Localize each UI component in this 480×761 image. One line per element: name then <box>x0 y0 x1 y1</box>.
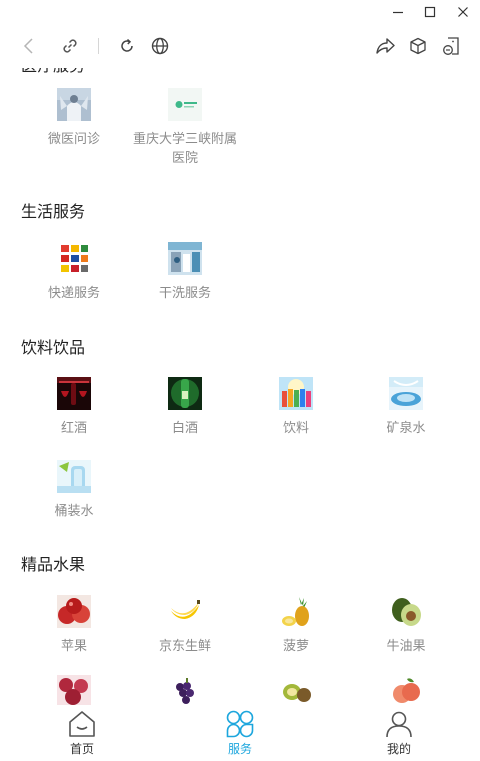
hospital-thumbnail <box>168 88 202 121</box>
nav-mine-label: 我的 <box>386 742 411 756</box>
weiyi-thumbnail <box>57 88 91 121</box>
service-item-barrel-water[interactable]: 桶装水 <box>19 460 129 521</box>
service-label: 红酒 <box>60 421 87 436</box>
refresh-icon[interactable] <box>115 34 139 58</box>
service-item-mineral-water[interactable]: 矿泉水 <box>351 377 461 438</box>
service-item-baijiu[interactable]: 白酒 <box>130 377 240 438</box>
service-label: 牛油果 <box>386 639 426 654</box>
peach-thumbnail <box>389 675 423 705</box>
lychee-thumbnail <box>57 675 91 705</box>
mini-program-icon[interactable] <box>439 34 463 58</box>
user-icon <box>383 708 415 740</box>
service-item-apple[interactable]: 苹果 <box>19 595 129 656</box>
service-label: 桶装水 <box>54 504 94 519</box>
nav-service-label: 服务 <box>227 742 252 756</box>
service-item-avocado[interactable]: 牛油果 <box>351 595 461 656</box>
section-title-life: 生活服务 <box>21 202 86 221</box>
service-label: 京东生鲜 <box>158 639 211 654</box>
service-item-jd-fresh[interactable]: 京东生鲜 <box>130 595 240 656</box>
service-content[interactable]: 医疗服务 微医问诊 <box>0 68 480 705</box>
service-item-red-wine[interactable]: 红酒 <box>19 377 129 438</box>
service-item-laundry[interactable]: 干洗服务 <box>130 242 240 303</box>
service-item-fruit-8[interactable] <box>351 675 461 705</box>
browser-toolbar <box>0 24 480 68</box>
service-item-hospital[interactable]: 重庆大学三峡附属医院 <box>130 88 240 168</box>
service-icon <box>224 708 256 740</box>
nav-service[interactable]: 服务 <box>190 705 290 761</box>
service-label: 白酒 <box>171 421 198 436</box>
banana-thumbnail <box>168 595 202 628</box>
close-icon[interactable] <box>454 3 472 21</box>
service-label: 重庆大学三峡附属医院 <box>132 132 237 166</box>
kiwi-thumbnail <box>279 675 313 705</box>
link-icon[interactable] <box>58 34 82 58</box>
service-item-fruit-7[interactable] <box>241 675 351 705</box>
barrel-water-thumbnail <box>57 460 91 493</box>
service-label: 苹果 <box>60 639 87 654</box>
nav-home-label: 首页 <box>69 742 94 756</box>
service-item-weiyi[interactable]: 微医问诊 <box>19 88 129 149</box>
service-item-pineapple[interactable]: 菠萝 <box>241 595 351 656</box>
maximize-icon[interactable] <box>421 3 439 21</box>
baijiu-thumbnail <box>168 377 202 410</box>
service-label: 饮料 <box>282 421 309 436</box>
grape-thumbnail <box>168 675 202 705</box>
service-item-fruit-5[interactable] <box>19 675 129 705</box>
bottom-nav: 首页 服务 我的 <box>0 705 480 761</box>
express-thumbnail <box>57 242 91 275</box>
nav-mine[interactable]: 我的 <box>349 705 449 761</box>
home-icon <box>66 708 98 740</box>
toolbar-separator <box>98 38 99 54</box>
back-icon[interactable] <box>17 34 41 58</box>
minimize-icon[interactable] <box>389 3 407 21</box>
section-title-fruit: 精品水果 <box>21 555 86 574</box>
service-label: 干洗服务 <box>158 286 211 301</box>
window-titlebar <box>0 0 480 24</box>
pineapple-thumbnail <box>279 595 313 628</box>
beverage-thumbnail <box>279 377 313 410</box>
service-label: 矿泉水 <box>386 421 426 436</box>
share-icon[interactable] <box>373 34 397 58</box>
nav-home[interactable]: 首页 <box>32 705 132 761</box>
service-item-beverage[interactable]: 饮料 <box>241 377 351 438</box>
cube-icon[interactable] <box>406 34 430 58</box>
service-item-fruit-6[interactable] <box>130 675 240 705</box>
service-label: 微医问诊 <box>47 132 100 147</box>
apple-thumbnail <box>57 595 91 628</box>
section-title-medical: 医疗服务 <box>21 68 85 76</box>
globe-icon[interactable] <box>148 34 172 58</box>
laundry-thumbnail <box>168 242 202 275</box>
avocado-thumbnail <box>389 595 423 628</box>
service-item-express[interactable]: 快递服务 <box>19 242 129 303</box>
red-wine-thumbnail <box>57 377 91 410</box>
service-label: 菠萝 <box>282 639 309 654</box>
section-title-drinks: 饮料饮品 <box>21 338 86 357</box>
mineral-water-thumbnail <box>389 377 423 410</box>
service-label: 快递服务 <box>47 286 100 301</box>
